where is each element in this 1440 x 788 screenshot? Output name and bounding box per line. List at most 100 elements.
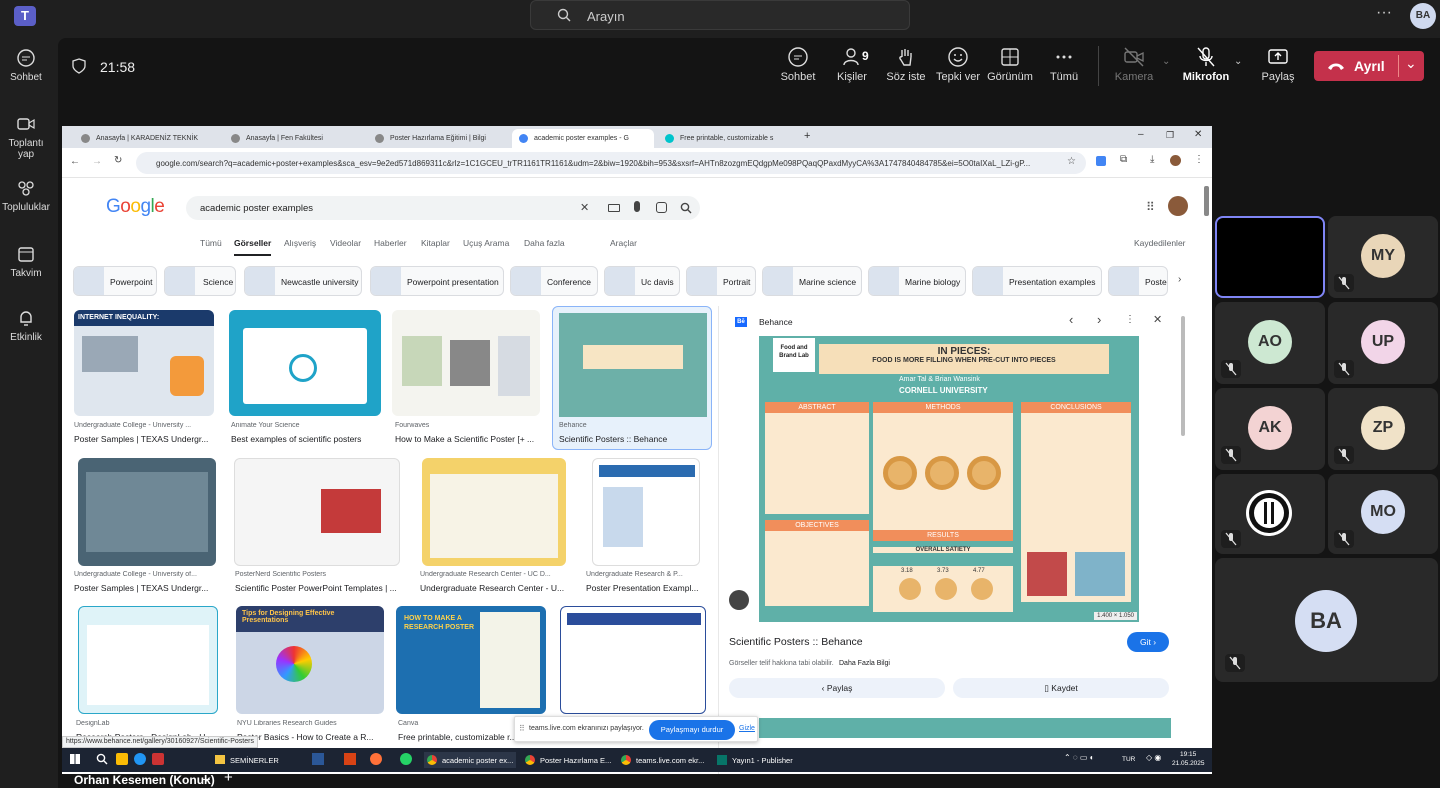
more-options-icon[interactable]: ··· [1376,4,1392,22]
search-icon[interactable] [96,753,108,765]
translate-icon[interactable] [1096,156,1106,166]
chevron-left-icon[interactable]: ‹ [1069,312,1073,327]
lens-icon[interactable] [656,202,667,213]
self-video-tile[interactable] [1215,216,1325,298]
google-search-box[interactable]: academic poster examples ✕ [186,196,700,220]
result-title[interactable]: Scientific Poster PowerPoint Templates |… [235,583,400,593]
keyboard-icon[interactable] [608,204,620,212]
self-participant-tile[interactable]: BA [1215,558,1438,682]
voice-search-icon[interactable] [634,201,640,212]
rail-item-meet[interactable]: Toplantı yap [0,114,52,160]
reload-icon[interactable]: ↻ [114,155,122,166]
expand-icon[interactable]: + [224,769,233,786]
result-thumbnail[interactable] [234,458,400,566]
result-thumbnail[interactable] [422,458,566,566]
participant-tile[interactable]: ZP [1328,388,1438,470]
participant-tile[interactable]: MO [1328,474,1438,554]
bookmark-star-icon[interactable]: ☆ [1067,156,1076,167]
leave-button[interactable]: Ayrıl ⌄ [1314,51,1424,81]
preview-source[interactable]: Behance [759,317,793,327]
tab-flights[interactable]: Uçuş Arama [463,238,509,248]
scrollbar[interactable] [1181,316,1185,436]
result-title[interactable]: Poster Basics - How to Create a R... [237,732,387,742]
visit-button[interactable]: Git › [1127,632,1169,652]
profile-avatar[interactable] [1168,196,1188,216]
result-thumbnail[interactable] [78,458,216,566]
filter-chip[interactable]: Poster [1108,266,1168,296]
rail-item-communities[interactable]: Topluluklar [0,178,52,213]
minimize-icon[interactable]: – [202,770,210,786]
teams-logo-icon[interactable]: T [14,6,36,26]
result-title[interactable]: Poster Samples | TEXAS Undergr... [74,434,219,444]
preview-title[interactable]: Scientific Posters :: Behance [729,636,863,648]
filter-chip[interactable]: Newcastle university [244,266,362,296]
stop-sharing-button[interactable]: Paylaşmayı durdur [649,720,735,740]
result-title[interactable]: Poster Presentation Exampl... [586,583,706,593]
filter-chip[interactable]: Uc davis [604,266,680,296]
view-button[interactable]: Görünüm [980,46,1040,83]
chevron-down-icon[interactable]: ⌄ [1162,56,1170,67]
clear-icon[interactable]: ✕ [580,201,589,214]
url-bar[interactable]: google.com/search?q=academic+poster+exam… [136,152,1086,174]
result-title[interactable]: Best examples of scientific posters [231,434,381,444]
result-title[interactable]: Free printable, customizable r... [398,732,518,742]
taskbar-item[interactable]: Yayın1 - Publisher [714,752,804,768]
minimize-icon[interactable]: – [1138,129,1144,140]
result-thumbnail[interactable]: INTERNET INEQUALITY: [74,310,214,416]
rail-item-calendar[interactable]: Takvim [0,244,52,279]
react-button[interactable]: Tepki ver [928,46,988,83]
close-icon[interactable]: ✕ [1153,313,1162,326]
result-thumbnail[interactable] [560,606,706,714]
tab-videos[interactable]: Videolar [330,238,361,248]
lens-search-icon[interactable] [729,590,749,610]
taskbar-item[interactable]: Poster Hazırlama E... [522,752,612,768]
tab-images[interactable]: Görseller [234,238,272,256]
user-avatar[interactable]: BA [1410,3,1436,29]
input-language[interactable]: TUR [1122,756,1135,763]
filter-chip[interactable]: Conference [510,266,598,296]
people-button[interactable]: 9 Kişiler [822,46,882,83]
app-icon[interactable] [116,753,128,765]
forward-icon[interactable]: → [92,156,102,167]
windows-start-icon[interactable] [70,754,80,764]
tab-books[interactable]: Kitaplar [421,238,450,248]
app-icon[interactable] [344,753,356,765]
result-title[interactable]: Undergraduate Research Center - U... [420,583,570,593]
chevron-down-icon[interactable]: ⌄ [1405,55,1417,72]
close-icon[interactable]: ✕ [1194,129,1202,140]
chat-button[interactable]: Sohbet [768,46,828,83]
camera-button[interactable]: Kamera [1104,46,1164,83]
chevron-right-icon[interactable]: › [1178,274,1181,285]
result-thumbnail[interactable] [229,310,381,416]
participant-tile[interactable]: AK [1215,388,1325,470]
more-button[interactable]: Tümü [1034,46,1094,83]
drag-handle-icon[interactable]: ⠿ [519,724,525,733]
saved-link[interactable]: Kaydedilenler [1134,238,1186,248]
mic-button[interactable]: Mikrofon [1176,46,1236,83]
participant-tile[interactable]: AO [1215,302,1325,384]
filter-chip[interactable]: Powerpoint presentation [370,266,504,296]
app-icon[interactable] [134,753,146,765]
search-bar[interactable]: Arayın [530,0,910,30]
share-button[interactable]: Paylaş [1248,46,1308,83]
share-button[interactable]: ‹ Paylaş [729,678,945,698]
result-thumbnail[interactable]: Tips for Designing Effective Presentatio… [236,606,384,714]
result-thumbnail[interactable] [78,606,218,714]
filter-chip[interactable]: Marine biology [868,266,966,296]
search-icon[interactable] [680,202,692,214]
save-button[interactable]: ▯ Kaydet [953,678,1169,698]
taskbar-item[interactable]: teams.live.com ekr... [618,752,708,768]
result-title[interactable]: How to Make a Scientific Poster [+ ... [395,434,545,444]
rail-item-activity[interactable]: Etkinlik [0,308,52,343]
participant-tile[interactable]: MY [1328,216,1438,298]
tray-icons[interactable]: ◇ ◉ [1146,753,1161,762]
restore-icon[interactable]: ❐ [1166,130,1174,141]
apps-grid-icon[interactable]: ⠿ [1146,200,1155,214]
page-scrollbar[interactable] [1204,186,1209,216]
filter-chip[interactable]: Portrait [686,266,756,296]
profile-avatar-icon[interactable] [1170,155,1181,166]
result-thumbnail[interactable]: HOW TO MAKE A RESEARCH POSTER [396,606,546,714]
participant-tile[interactable]: UP [1328,302,1438,384]
extensions-icon[interactable]: ⧉ [1120,154,1127,165]
word-icon[interactable] [312,753,324,765]
